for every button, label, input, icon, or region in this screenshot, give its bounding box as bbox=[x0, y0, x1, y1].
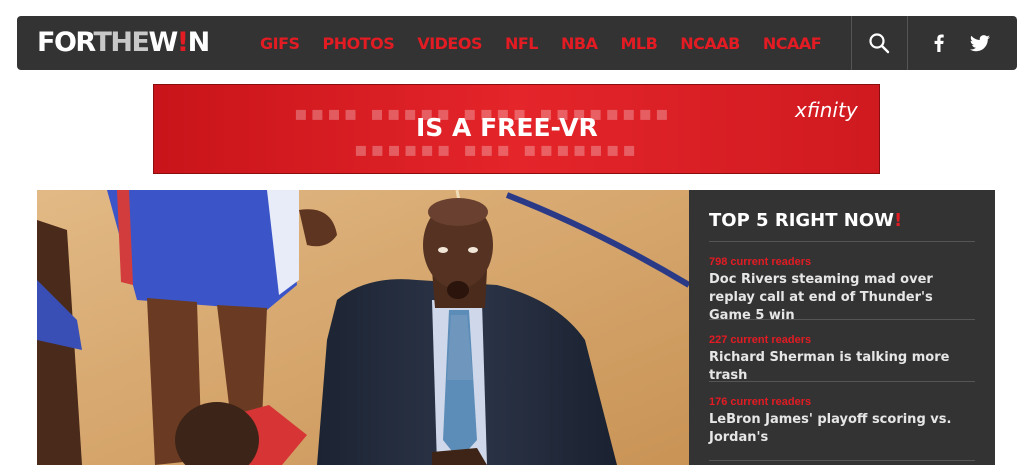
divider bbox=[709, 241, 975, 242]
top5-story-1[interactable]: 798 current readers Doc Rivers steaming … bbox=[709, 255, 975, 325]
nav-link-photos[interactable]: PHOTOS bbox=[323, 34, 395, 53]
twitter-icon[interactable] bbox=[968, 31, 992, 55]
top-navigation-bar: FORTHEW!N GIFS PHOTOS VIDEOS NFL NBA MLB… bbox=[17, 16, 1017, 70]
divider bbox=[709, 381, 975, 382]
top5-story-3[interactable]: 176 current readers LeBron James' playof… bbox=[709, 395, 975, 447]
nav-link-ncaab[interactable]: NCAAB bbox=[680, 34, 740, 53]
ad-banner[interactable]: ▪▪▪▪ ▪▪▪▪▪ ▪▪▪▪ ▪▪▪▪▪▪▪▪ ▪▪▪▪▪▪ ▪▪▪ ▪▪▪▪… bbox=[153, 84, 880, 174]
search-icon[interactable] bbox=[867, 31, 891, 55]
logo-the: THE bbox=[93, 27, 149, 58]
logo-w: W bbox=[148, 27, 178, 58]
nav-links: GIFS PHOTOS VIDEOS NFL NBA MLB NCAAB NCA… bbox=[260, 16, 844, 70]
logo-exclamation: ! bbox=[176, 27, 189, 58]
reader-count: 176 current readers bbox=[709, 396, 812, 408]
ad-headline: IS A FREE-VR bbox=[416, 113, 598, 142]
site-logo[interactable]: FORTHEW!N bbox=[37, 27, 211, 58]
nav-link-mlb[interactable]: MLB bbox=[620, 34, 657, 53]
nav-link-gifs[interactable]: GIFS bbox=[260, 34, 300, 53]
nav-link-videos[interactable]: VIDEOS bbox=[417, 34, 482, 53]
nav-link-ncaaf[interactable]: NCAAF bbox=[763, 34, 822, 53]
divider bbox=[709, 319, 975, 320]
top5-title-text: TOP 5 RIGHT NOW bbox=[709, 210, 894, 231]
top5-story-2[interactable]: 227 current readers Richard Sherman is t… bbox=[709, 333, 975, 385]
story-headline[interactable]: Richard Sherman is talking more trash bbox=[709, 349, 975, 385]
nav-divider bbox=[907, 16, 908, 70]
nav-link-nfl[interactable]: NFL bbox=[505, 34, 539, 53]
story-headline[interactable]: Doc Rivers steaming mad over replay call… bbox=[709, 271, 975, 325]
reader-count: 798 current readers bbox=[709, 256, 812, 268]
story-headline[interactable]: LeBron James' playoff scoring vs. Jordan… bbox=[709, 411, 975, 447]
top5-title-mark: ! bbox=[894, 210, 903, 231]
top5-panel: TOP 5 RIGHT NOW! 798 current readers Doc… bbox=[689, 190, 995, 465]
nav-link-nba[interactable]: NBA bbox=[561, 34, 598, 53]
xfinity-logo: xfinity bbox=[795, 98, 858, 122]
nav-divider bbox=[851, 16, 852, 70]
divider bbox=[709, 460, 975, 461]
logo-n: N bbox=[187, 27, 211, 58]
reader-count: 227 current readers bbox=[709, 334, 812, 346]
logo-for: FOR bbox=[37, 27, 95, 58]
hero-image[interactable] bbox=[37, 190, 689, 465]
facebook-icon[interactable] bbox=[927, 31, 951, 55]
top5-title: TOP 5 RIGHT NOW! bbox=[709, 210, 902, 231]
